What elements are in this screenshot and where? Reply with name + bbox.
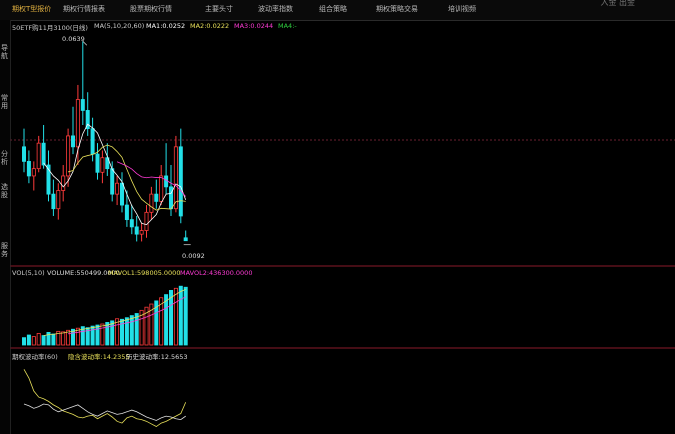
candle-body — [120, 182, 125, 206]
volume-bar — [51, 333, 56, 346]
tab-t-quote[interactable]: 期权T型报价 — [12, 4, 51, 14]
tab-combo-strategy[interactable]: 组合策略 — [319, 4, 347, 14]
candle-body — [95, 153, 100, 173]
candle-body — [144, 211, 149, 231]
candle-body — [26, 160, 31, 177]
volume-bar — [183, 286, 188, 346]
candle-body — [124, 204, 129, 221]
candle-body — [168, 186, 173, 210]
candle-body — [100, 157, 105, 173]
candle-body — [66, 135, 71, 177]
candle-body — [173, 146, 178, 210]
candle-body — [159, 175, 164, 202]
candle-body — [90, 128, 95, 155]
volume-bar — [100, 323, 105, 346]
sidebar-item-picker[interactable]: 选股 — [1, 183, 9, 199]
candle-body — [31, 168, 36, 177]
volume-bar — [36, 333, 41, 346]
candle-body — [129, 219, 134, 228]
top-right-links[interactable]: 入金 出金 — [600, 0, 635, 8]
volume-bar — [110, 320, 115, 346]
top-tab-bar: 期权T型报价 期权行情报表 股票期权行情 主要头寸 波动率指数 组合策略 期权策… — [0, 0, 675, 21]
candle-body — [41, 142, 46, 166]
candle-body — [71, 135, 76, 148]
volume-bar — [178, 285, 183, 346]
candle-body — [164, 175, 169, 188]
candle-body — [178, 146, 183, 217]
tab-stock-option[interactable]: 股票期权行情 — [130, 4, 172, 14]
sidebar-item-nav[interactable]: 导航 — [1, 44, 9, 60]
sidebar-item-service[interactable]: 服务 — [1, 242, 9, 258]
chart-area[interactable]: 50ETF购11月3100(日线) MA(5,10,20,60) MA1:0.0… — [10, 20, 675, 434]
candle-body — [56, 190, 61, 210]
candle-body — [183, 237, 188, 242]
candle-body — [61, 175, 66, 191]
volume-bar — [90, 325, 95, 346]
volume-bar — [173, 287, 178, 346]
candle-body — [110, 168, 115, 195]
sidebar-item-analysis[interactable]: 分析 — [1, 150, 9, 166]
volume-bar — [105, 322, 110, 346]
sidebar-item-common[interactable]: 常用 — [1, 94, 9, 110]
candle-body — [75, 99, 80, 148]
tab-training-video[interactable]: 培训视频 — [448, 4, 476, 14]
volume-bar — [124, 317, 129, 346]
candle-body — [115, 182, 120, 195]
candle-body — [134, 226, 139, 235]
volume-bar — [95, 324, 100, 346]
volume-bar — [21, 337, 26, 346]
historical-vol-line — [23, 403, 186, 421]
tab-volatility-index[interactable]: 波动率指数 — [258, 4, 293, 14]
volume-bar — [61, 331, 66, 346]
candle-body — [154, 193, 159, 202]
candle-body — [21, 146, 26, 162]
volume-bar — [41, 335, 46, 346]
volume-bar — [31, 336, 36, 346]
tab-main-position[interactable]: 主要头寸 — [205, 4, 233, 14]
volume-bar — [129, 315, 134, 346]
candle-body — [139, 230, 144, 235]
candlestick-chart[interactable] — [10, 20, 675, 434]
volume-bar — [26, 334, 31, 346]
tab-strategy-trade[interactable]: 期权策略交易 — [376, 4, 418, 14]
candle-body — [51, 193, 56, 210]
high-marker — [82, 41, 88, 46]
candle-body — [36, 142, 41, 170]
volume-bar — [134, 313, 139, 346]
volume-bar — [164, 294, 169, 346]
volume-bar — [120, 318, 125, 346]
ma-line — [43, 123, 187, 226]
candle-body — [80, 99, 85, 111]
tab-option-report[interactable]: 期权行情报表 — [63, 4, 105, 14]
candle-body — [149, 193, 154, 213]
